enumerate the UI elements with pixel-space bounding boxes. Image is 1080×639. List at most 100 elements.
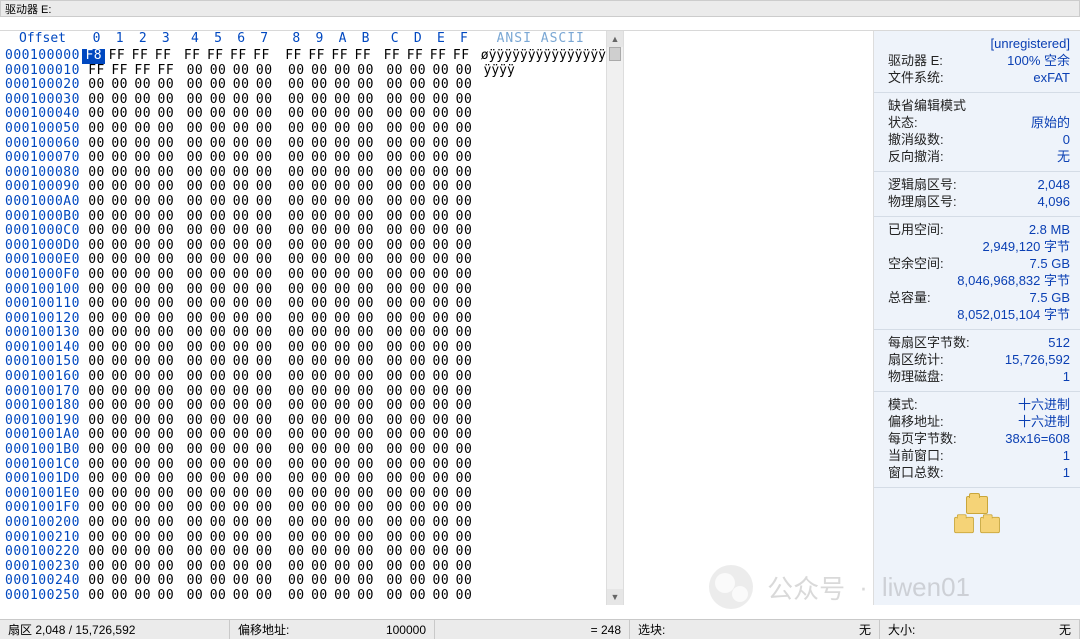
hex-byte[interactable]: 00 <box>308 516 331 531</box>
hex-byte[interactable]: 00 <box>452 180 475 195</box>
ansi-text[interactable] <box>476 487 484 502</box>
ansi-text[interactable] <box>476 355 484 370</box>
hex-byte[interactable]: 00 <box>452 93 475 108</box>
hex-editor-panel[interactable]: Offset 0123456789ABCDEF ANSI ASCII 00010… <box>0 31 606 605</box>
hex-byte[interactable]: 00 <box>429 312 452 327</box>
hex-byte[interactable]: 00 <box>253 370 276 385</box>
hex-byte[interactable]: 00 <box>285 443 308 458</box>
hex-byte[interactable]: 00 <box>406 531 429 546</box>
ansi-text[interactable] <box>476 268 484 283</box>
hex-byte[interactable]: 00 <box>206 516 229 531</box>
hex-byte[interactable]: 00 <box>452 224 475 239</box>
hex-byte[interactable]: 00 <box>285 239 308 254</box>
hex-byte[interactable]: 00 <box>383 326 406 341</box>
hex-row[interactable]: 0001001400000000000000000000000000000000… <box>0 341 606 356</box>
hex-byte[interactable]: 00 <box>452 122 475 137</box>
hex-byte[interactable]: 00 <box>183 78 206 93</box>
hex-byte[interactable]: 00 <box>354 78 377 93</box>
hex-byte[interactable]: 00 <box>429 355 452 370</box>
hex-byte[interactable]: 00 <box>383 516 406 531</box>
hex-byte[interactable]: 00 <box>183 531 206 546</box>
hex-row[interactable]: 0001001300000000000000000000000000000000… <box>0 326 606 341</box>
hex-byte[interactable]: 00 <box>429 239 452 254</box>
hex-byte[interactable]: 00 <box>331 355 354 370</box>
hex-byte[interactable]: 00 <box>406 428 429 443</box>
ansi-text[interactable] <box>476 326 484 341</box>
hex-row[interactable]: 0001001900000000000000000000000000000000… <box>0 414 606 429</box>
hex-byte[interactable]: 00 <box>183 472 206 487</box>
hex-row[interactable]: 0001001100000000000000000000000000000000… <box>0 297 606 312</box>
hex-byte[interactable]: 00 <box>230 443 253 458</box>
hex-byte[interactable]: 00 <box>285 151 308 166</box>
hex-byte[interactable]: 00 <box>354 501 377 516</box>
hex-byte[interactable]: 00 <box>406 545 429 560</box>
offset-address[interactable]: 000100120 <box>0 312 85 327</box>
hex-byte[interactable]: 00 <box>285 531 308 546</box>
hex-byte[interactable]: 00 <box>331 458 354 473</box>
ansi-text[interactable] <box>476 166 484 181</box>
hex-byte[interactable]: 00 <box>383 399 406 414</box>
hex-byte[interactable]: 00 <box>131 516 154 531</box>
hex-byte[interactable]: 00 <box>285 93 308 108</box>
hex-byte[interactable]: 00 <box>383 107 406 122</box>
hex-byte[interactable]: 00 <box>308 283 331 298</box>
hex-byte[interactable]: 00 <box>206 531 229 546</box>
hex-byte[interactable]: 00 <box>383 589 406 604</box>
ansi-text[interactable] <box>476 370 484 385</box>
hex-byte[interactable]: 00 <box>354 355 377 370</box>
hex-byte[interactable]: 00 <box>85 355 108 370</box>
hex-byte[interactable]: 00 <box>285 122 308 137</box>
hex-byte[interactable]: 00 <box>154 239 177 254</box>
hex-byte[interactable]: 00 <box>183 560 206 575</box>
hex-byte[interactable]: 00 <box>331 501 354 516</box>
hex-byte[interactable]: 00 <box>406 64 429 79</box>
ansi-text[interactable] <box>476 283 484 298</box>
hex-byte[interactable]: 00 <box>354 151 377 166</box>
hex-vertical-scrollbar[interactable]: ▲ ▼ <box>606 31 624 605</box>
hex-byte[interactable]: 00 <box>183 487 206 502</box>
hex-byte[interactable]: 00 <box>154 589 177 604</box>
hex-byte[interactable]: FF <box>108 64 131 79</box>
hex-byte[interactable]: 00 <box>206 574 229 589</box>
hex-byte[interactable]: 00 <box>85 283 108 298</box>
offset-address[interactable]: 000100250 <box>0 589 85 604</box>
hex-byte[interactable]: 00 <box>206 355 229 370</box>
hex-byte[interactable]: 00 <box>285 195 308 210</box>
hex-byte[interactable]: 00 <box>253 560 276 575</box>
hex-byte[interactable]: 00 <box>253 516 276 531</box>
hex-byte[interactable]: 00 <box>108 560 131 575</box>
offset-address[interactable]: 0001001F0 <box>0 501 85 516</box>
hex-byte[interactable]: 00 <box>230 166 253 181</box>
hex-byte[interactable]: 00 <box>85 501 108 516</box>
hex-row[interactable]: 0001002200000000000000000000000000000000… <box>0 545 606 560</box>
hex-byte[interactable]: 00 <box>85 78 108 93</box>
hex-byte[interactable]: 00 <box>253 78 276 93</box>
hex-row[interactable]: 0001000900000000000000000000000000000000… <box>0 180 606 195</box>
hex-byte[interactable]: 00 <box>406 414 429 429</box>
offset-address[interactable]: 000100170 <box>0 385 85 400</box>
offset-address[interactable]: 0001000F0 <box>0 268 85 283</box>
hex-byte[interactable]: 00 <box>383 268 406 283</box>
hex-byte[interactable]: 00 <box>285 589 308 604</box>
hex-byte[interactable]: 00 <box>154 487 177 502</box>
hex-byte[interactable]: 00 <box>154 180 177 195</box>
hex-byte[interactable]: 00 <box>285 210 308 225</box>
hex-byte[interactable]: 00 <box>406 385 429 400</box>
hex-byte[interactable]: FF <box>131 64 154 79</box>
hex-byte[interactable]: 00 <box>308 501 331 516</box>
hex-byte[interactable]: 00 <box>429 297 452 312</box>
hex-byte[interactable]: 00 <box>429 137 452 152</box>
hex-row[interactable]: 0001000700000000000000000000000000000000… <box>0 151 606 166</box>
hex-byte[interactable]: 00 <box>131 355 154 370</box>
hex-byte[interactable]: 00 <box>154 122 177 137</box>
hex-byte[interactable]: 00 <box>383 531 406 546</box>
hex-byte[interactable]: 00 <box>85 472 108 487</box>
hex-byte[interactable]: 00 <box>383 122 406 137</box>
hex-byte[interactable]: 00 <box>154 428 177 443</box>
hex-byte[interactable]: 00 <box>85 385 108 400</box>
hex-byte[interactable]: 00 <box>183 341 206 356</box>
hex-byte[interactable]: 00 <box>429 195 452 210</box>
offset-address[interactable]: 000100130 <box>0 326 85 341</box>
hex-byte[interactable]: 00 <box>131 560 154 575</box>
hex-byte[interactable]: 00 <box>354 399 377 414</box>
